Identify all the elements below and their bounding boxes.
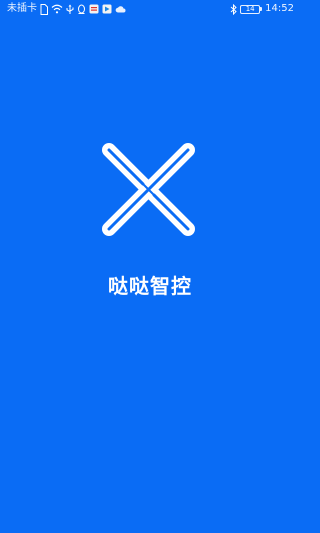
clock: 14:52 xyxy=(265,3,294,14)
qq-icon xyxy=(77,3,86,15)
x-logo-icon xyxy=(101,141,197,237)
carrier-text: 未插卡 xyxy=(7,3,37,14)
app-name-title: 哒哒智控 xyxy=(108,274,192,298)
battery-icon: 14 xyxy=(240,4,263,14)
status-bar-left: 未插卡 xyxy=(7,3,126,15)
bluetooth-icon xyxy=(230,3,237,15)
notification-icon xyxy=(89,3,99,15)
app-notification-icon xyxy=(102,3,112,15)
cloud-icon xyxy=(115,3,126,15)
status-bar: 未插卡 14 14:52 xyxy=(0,0,300,18)
sim-icon xyxy=(40,3,48,15)
battery-level: 14 xyxy=(240,4,261,14)
wifi-icon xyxy=(51,3,63,15)
usb-icon xyxy=(66,3,74,15)
status-bar-right: 14 14:52 xyxy=(230,3,294,15)
